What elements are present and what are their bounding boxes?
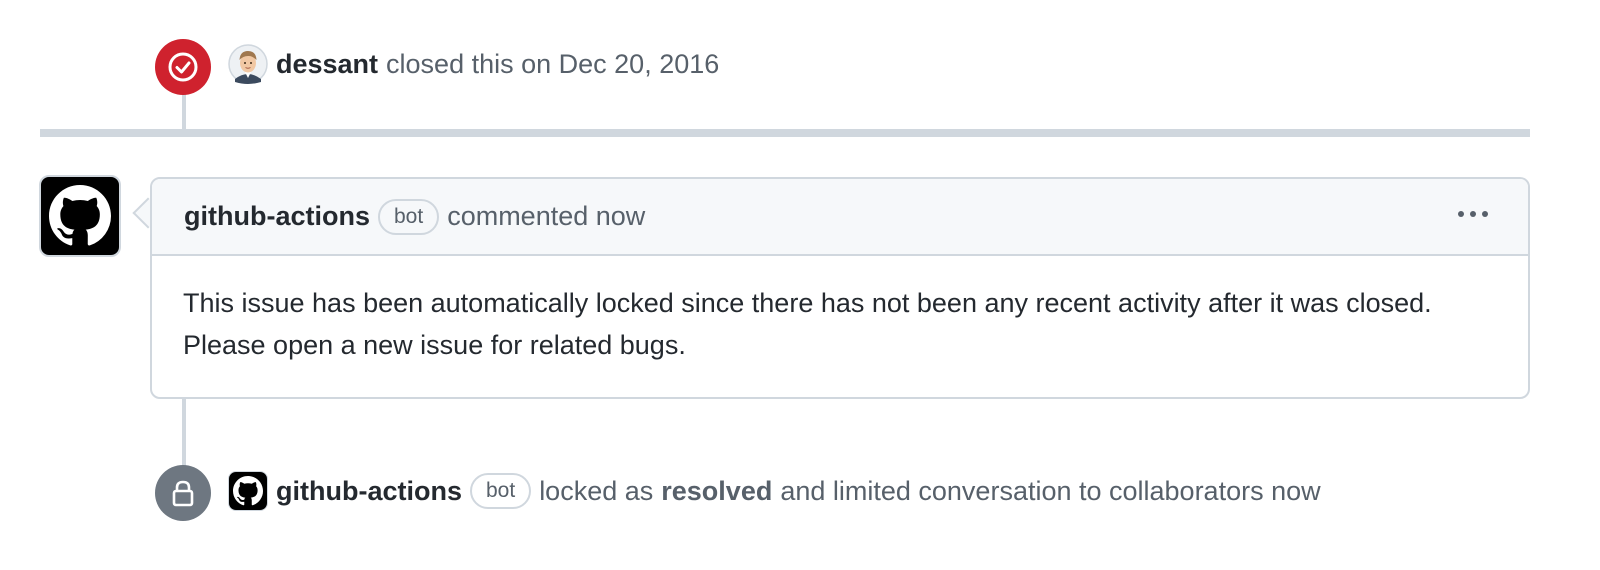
closed-event-actor-link[interactable]: dessant: [276, 49, 378, 80]
timeline-connector-top: [182, 90, 186, 130]
comment-timestamp[interactable]: commented now: [447, 201, 645, 232]
comment-paragraph: Please open a new issue for related bugs…: [183, 330, 686, 360]
locked-event-suffix: and limited conversation to collaborator…: [780, 475, 1321, 506]
bot-label: bot: [469, 473, 532, 509]
bot-label: bot: [377, 198, 440, 235]
comment-author-link[interactable]: github-actions: [184, 201, 370, 232]
comment-paragraph: This issue has been automatically locked…: [183, 288, 1432, 318]
kebab-horizontal-icon[interactable]: [1454, 207, 1492, 221]
locked-event: github-actions bot locked as resolved an…: [228, 469, 1321, 513]
avatar[interactable]: [228, 44, 268, 84]
comment-box: github-actions bot commented now This is…: [150, 177, 1530, 399]
timeline-connector-bottom: [182, 398, 186, 468]
lock-reason: resolved: [661, 475, 773, 506]
check-circle-icon: [168, 52, 198, 82]
closed-event-text: closed this on Dec 20, 2016: [386, 48, 720, 79]
github-actions-avatar[interactable]: [39, 175, 121, 257]
closed-event-badge: [155, 39, 211, 95]
comment-body: This issue has been automatically locked…: [183, 282, 1508, 366]
closed-event: dessant closed this on Dec 20, 2016: [228, 42, 719, 86]
timeline-separator: [40, 129, 1530, 137]
locked-event-actor-link[interactable]: github-actions: [276, 476, 462, 507]
comment-header: github-actions bot commented now: [152, 179, 1528, 256]
github-mark-icon: [49, 185, 111, 246]
github-mark-icon: [233, 476, 263, 506]
lock-icon: [172, 480, 194, 507]
github-actions-avatar-small[interactable]: [228, 471, 268, 511]
locked-event-badge: [155, 465, 211, 521]
locked-event-prefix: locked as: [539, 475, 654, 506]
